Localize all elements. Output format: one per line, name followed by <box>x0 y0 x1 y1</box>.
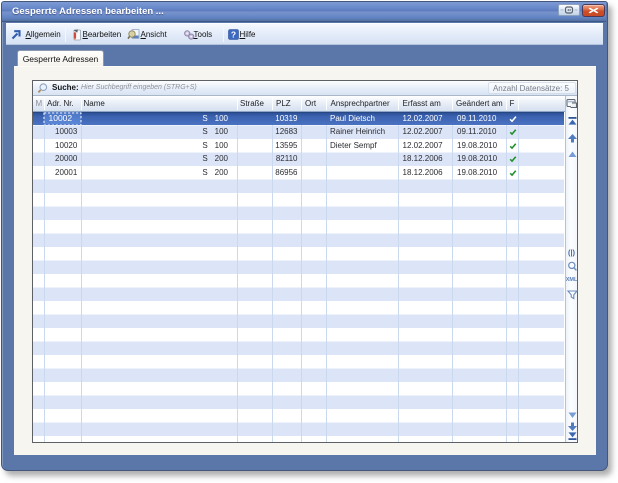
svg-text:?: ? <box>231 30 236 40</box>
